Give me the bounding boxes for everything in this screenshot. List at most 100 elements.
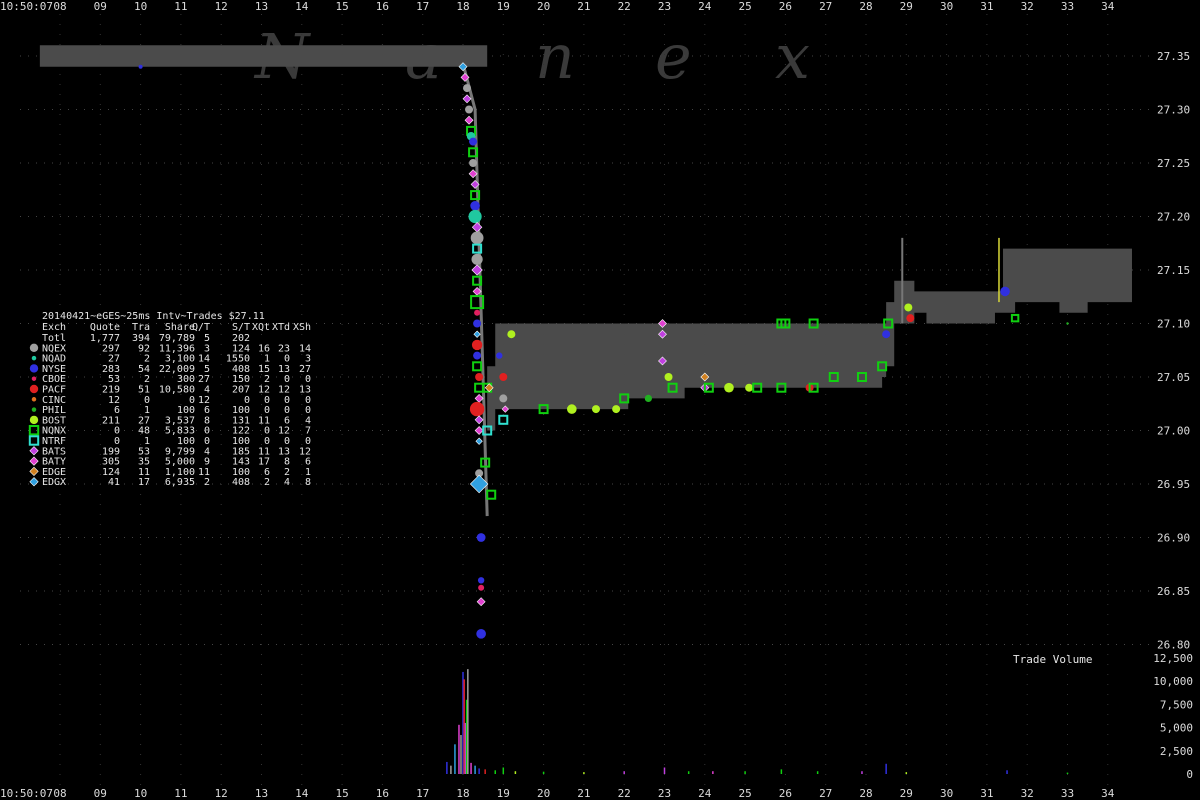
- trade-marker: [644, 394, 652, 402]
- legend-cell: 6,935: [165, 477, 195, 488]
- trade-marker: [499, 373, 508, 381]
- legend-header-cell: Exch: [42, 322, 66, 333]
- legend-marker-icon: [29, 446, 39, 456]
- trade-marker: [474, 415, 484, 425]
- y-tick-label: 27.35: [1157, 50, 1190, 63]
- volume-tick-label: 12,500: [1153, 652, 1193, 665]
- trade-marker: [474, 309, 481, 316]
- x-tick-label-bottom: 26: [779, 787, 792, 800]
- trade-marker: [478, 584, 485, 591]
- trade-marker: [465, 105, 474, 114]
- volume-axis-label: Trade Volume: [1013, 653, 1092, 666]
- x-tick-label-bottom: 08: [53, 787, 66, 800]
- trade-marker: [745, 383, 754, 392]
- x-tick-label-bottom: 29: [900, 787, 913, 800]
- trade-marker: [499, 394, 508, 403]
- x-tick-label-bottom: 22: [618, 787, 631, 800]
- legend-header-cell: S/T: [232, 322, 250, 333]
- legend-header-cell: Quote: [90, 322, 120, 333]
- time-prefix-bottom: 10:50:07: [0, 787, 53, 800]
- legend-title: 20140421~eGES~25ms Intv~Trades $27.11: [42, 311, 265, 322]
- x-tick-label-top: 32: [1021, 0, 1034, 13]
- exchange-legend: 20140421~eGES~25ms Intv~Trades $27.11 Ex…: [28, 311, 311, 488]
- legend-header-cell: Share: [165, 322, 195, 333]
- legend-marker-icon: [31, 355, 37, 361]
- legend-header-cell: XQt: [252, 322, 270, 333]
- trade-marker: [476, 597, 486, 607]
- x-tick-label-bottom: 27: [819, 787, 832, 800]
- x-tick-label-bottom: 21: [577, 787, 590, 800]
- x-tick-label-bottom: 09: [94, 787, 107, 800]
- y-tick-label: 27.25: [1157, 157, 1190, 170]
- legend-marker-icon: [29, 384, 39, 394]
- x-tick-label-top: 19: [497, 0, 510, 13]
- y-tick-label: 27.00: [1157, 425, 1190, 438]
- x-tick-label-top: 08: [53, 0, 66, 13]
- legend-header-cell: XSh: [293, 322, 311, 333]
- trade-marker: [474, 393, 484, 403]
- y-tick-label: 27.15: [1157, 264, 1190, 277]
- legend-header-cell: Tra: [132, 322, 150, 333]
- x-tick-label-top: 22: [618, 0, 631, 13]
- trade-marker: [496, 352, 503, 359]
- trade-marker: [882, 330, 891, 339]
- y-tick-label: 26.80: [1157, 639, 1190, 652]
- x-tick-label-top: 13: [255, 0, 268, 13]
- x-tick-label-top: 17: [416, 0, 429, 13]
- volume-bars: [446, 669, 1069, 774]
- legend-cell: 8: [305, 477, 311, 488]
- x-tick-label-bottom: 32: [1021, 787, 1034, 800]
- x-tick-label-top: 28: [859, 0, 872, 13]
- trade-marker: [475, 373, 484, 381]
- trade-marker: [463, 84, 472, 93]
- legend-marker-icon: [29, 343, 39, 352]
- trade-marker: [469, 401, 485, 417]
- x-tick-label-top: 24: [698, 0, 712, 13]
- x-tick-label-bottom: 13: [255, 787, 268, 800]
- x-tick-label-top: 21: [577, 0, 590, 13]
- x-tick-label-bottom: 31: [980, 787, 993, 800]
- y-tick-label: 27.05: [1157, 371, 1190, 384]
- volume-tick-label: 10,000: [1153, 675, 1193, 688]
- trade-marker: [473, 351, 482, 360]
- x-tick-label-top: 31: [980, 0, 993, 13]
- trade-marker: [612, 405, 621, 414]
- x-tick-label-bottom: 19: [497, 787, 510, 800]
- x-tick-label-top: 18: [456, 0, 469, 13]
- volume-tick-label: 5,000: [1160, 722, 1193, 735]
- y-tick-label: 27.20: [1157, 211, 1190, 224]
- y-tick-label: 26.85: [1157, 585, 1190, 598]
- trade-marker: [473, 330, 481, 338]
- trade-marker: [474, 426, 484, 435]
- x-tick-label-top: 20: [537, 0, 550, 13]
- x-tick-label-bottom: 23: [658, 787, 671, 800]
- x-tick-label-top: 14: [295, 0, 309, 13]
- trade-marker: [477, 577, 485, 584]
- x-tick-label-top: 15: [335, 0, 348, 13]
- trade-marker: [471, 221, 483, 233]
- x-tick-label-top: 29: [900, 0, 913, 13]
- trade-marker: [138, 64, 143, 69]
- trade-marker: [486, 489, 497, 500]
- trade-marker: [462, 94, 472, 104]
- legend-marker-icon: [28, 435, 40, 446]
- trade-marker: [591, 405, 600, 414]
- y-tick-label: 26.95: [1157, 478, 1190, 491]
- legend-cell: 408: [232, 477, 250, 488]
- legend-marker-icon: [31, 376, 37, 381]
- x-tick-label-bottom: 20: [537, 787, 550, 800]
- x-tick-label-bottom: 12: [215, 787, 228, 800]
- trade-marker: [469, 137, 478, 146]
- trade-marker: [475, 437, 483, 445]
- legend-cell: 2: [264, 477, 270, 488]
- x-tick-label-top: 27: [819, 0, 832, 13]
- x-tick-label-top: 30: [940, 0, 953, 13]
- x-tick-label-top: 34: [1101, 0, 1115, 13]
- legend-cell: 17: [138, 477, 150, 488]
- trade-marker: [470, 231, 484, 245]
- legend-exchange-name: EDGX: [42, 477, 66, 488]
- trade-marker: [1066, 322, 1069, 325]
- x-tick-label-bottom: 18: [456, 787, 469, 800]
- legend-cell: 2: [204, 477, 210, 488]
- trade-marker: [472, 361, 483, 372]
